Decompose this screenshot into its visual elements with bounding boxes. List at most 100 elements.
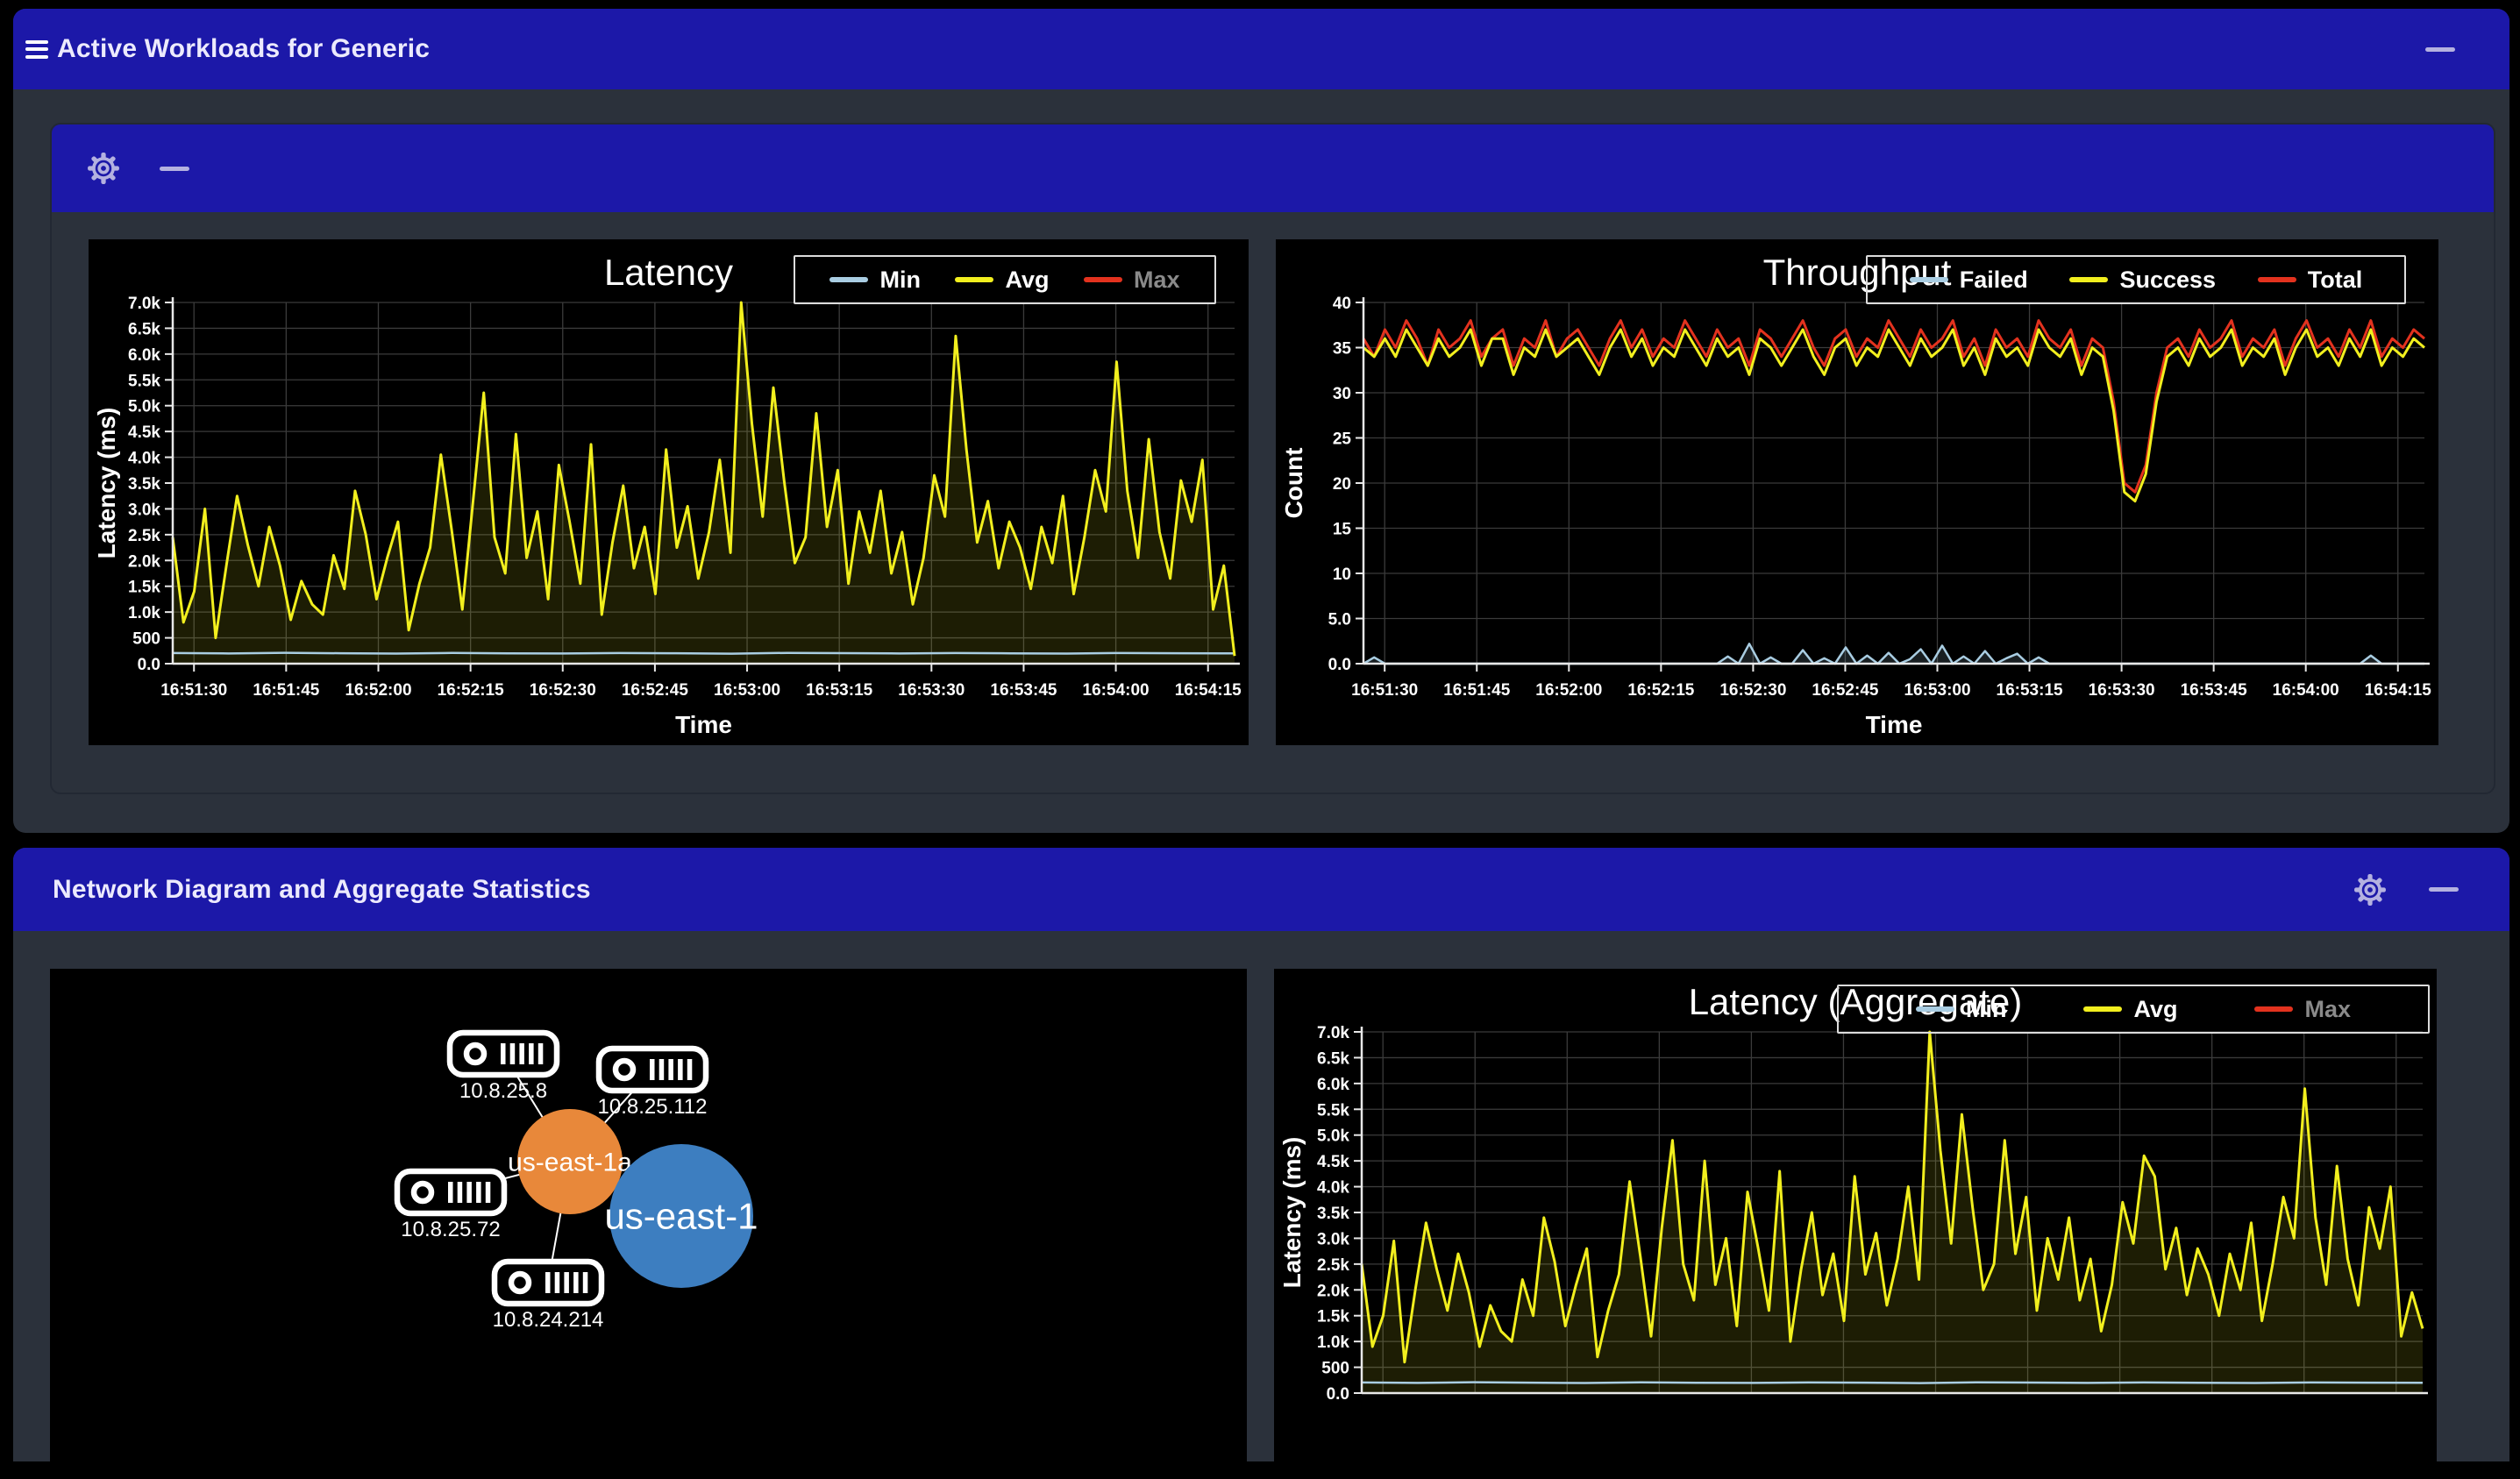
legend-item-max[interactable]: Max <box>2254 996 2351 1023</box>
server-node[interactable]: 10.8.24.214 <box>491 1258 605 1332</box>
network-diagram: us-east-1a us-east-1 10.8.25.8 10.8.25.112 1… <box>50 969 1247 1461</box>
legend-item-min[interactable]: Min <box>829 267 921 294</box>
y-tick-label: 25 <box>1333 430 1352 449</box>
main-header: Active Workloads for Generic <box>13 9 2509 89</box>
menu-icon[interactable] <box>25 39 48 59</box>
x-tick-label: 16:53:00 <box>714 681 780 700</box>
legend-item-total[interactable]: Total <box>2257 266 2363 294</box>
x-tick-label: 16:51:30 <box>160 681 227 700</box>
throughput-chart: 0.0 5.0 10 15 20 25 30 35 40 16:51:30 16:51:45 16:5… <box>1276 239 2438 745</box>
settings-button[interactable] <box>87 152 120 185</box>
legend-swatch <box>2257 277 2296 282</box>
network-section-header: Network Diagram and Aggregate Statistics <box>13 848 2509 931</box>
y-tick-label: 35 <box>1333 340 1352 359</box>
workloads-panel-header <box>52 124 2494 212</box>
legend-item-avg[interactable]: Avg <box>955 267 1049 294</box>
y-tick-label: 4.5k <box>1317 1153 1349 1171</box>
x-tick-label: 16:53:30 <box>2089 681 2155 700</box>
y-tick-label: 2.5k <box>1317 1256 1349 1275</box>
section-title: Network Diagram and Aggregate Statistics <box>53 874 591 904</box>
network-svg: us-east-1a us-east-1 10.8.25.8 10.8.25.112 1… <box>394 1029 758 1332</box>
x-tick-label: 16:52:45 <box>1812 681 1878 700</box>
chart-title: Latency <box>604 252 733 293</box>
legend-swatch <box>1083 277 1122 282</box>
x-tick-label: 16:53:15 <box>1997 681 2063 700</box>
legend-label: Min <box>879 266 921 293</box>
series-min <box>172 651 1235 655</box>
legend-label: Total <box>2307 266 2363 293</box>
y-tick-label: 3.5k <box>1317 1205 1349 1223</box>
legend-item-min[interactable]: Min <box>1915 996 2006 1023</box>
workloads-panel: 0.0 500 1.0k 1.5k 2.0k 2.5k 3.0k 3.5k 4.0k 4.5k 5.… <box>50 123 2495 794</box>
y-tick-label: 5.5k <box>128 372 160 390</box>
legend-item-avg[interactable]: Avg <box>2083 996 2177 1023</box>
legend-label: Avg <box>2133 995 2178 1022</box>
chart-latency-svg: 0.0 500 1.0k 1.5k 2.0k 2.5k 3.0k 3.5k 4.0k 4.5k 5.… <box>93 252 1242 738</box>
y-tick-label: 0.0 <box>1328 656 1351 674</box>
server-node[interactable]: 10.8.25.72 <box>394 1168 508 1241</box>
y-tick-label: 0.0 <box>1327 1385 1349 1404</box>
minus-icon <box>2425 46 2455 52</box>
settings-button[interactable] <box>2353 873 2387 907</box>
chart-legend: Min Avg Max <box>1837 985 2430 1034</box>
x-tick-label: 16:54:00 <box>1083 681 1150 700</box>
gear-icon <box>2354 873 2386 906</box>
active-workloads-card: Active Workloads for Generic 0.0 500 1.0… <box>13 9 2509 833</box>
latency-chart: 0.0 500 1.0k 1.5k 2.0k 2.5k 3.0k 3.5k 4.0k 4.5k 5.… <box>89 239 1249 745</box>
x-tick-label: 16:54:15 <box>2365 681 2431 700</box>
y-tick-label: 15 <box>1333 521 1352 539</box>
legend-label: Failed <box>1959 266 2028 293</box>
gear-icon <box>88 153 119 184</box>
chart-aggregate-svg: 0.0 500 1.0k 1.5k 2.0k 2.5k 3.0k 3.5k 4.0k 4.5k 5.… <box>1278 981 2428 1404</box>
y-tick-label: 7.0k <box>1317 1024 1349 1042</box>
legend-item-failed[interactable]: Failed <box>1909 266 2028 294</box>
minus-icon <box>2429 887 2459 892</box>
x-tick-label: 16:53:00 <box>1904 681 1970 700</box>
y-tick-label: 3.0k <box>1317 1230 1349 1248</box>
minus-icon <box>160 166 189 171</box>
server-ip-label: 10.8.25.112 <box>597 1095 707 1119</box>
chart-legend: Min Avg Max <box>794 255 1216 304</box>
y-tick-label: 1.0k <box>1317 1333 1349 1352</box>
panel-minimize-button[interactable] <box>160 166 189 171</box>
y-tick-label: 6.0k <box>1317 1076 1349 1094</box>
aggregate-latency-chart: 0.0 500 1.0k 1.5k 2.0k 2.5k 3.0k 3.5k 4.0k 4.5k 5.… <box>1274 969 2437 1475</box>
y-tick-label: 5.5k <box>1317 1101 1349 1120</box>
zone-label: us-east-1 <box>604 1196 758 1237</box>
y-tick-label: 1.5k <box>128 579 160 597</box>
zone-label: us-east-1a <box>508 1148 632 1177</box>
legend-item-success[interactable]: Success <box>2069 267 2216 294</box>
x-axis-label: Time <box>1866 711 1923 738</box>
legend-label: Success <box>2119 266 2217 293</box>
y-tick-label: 2.5k <box>128 527 160 545</box>
legend-label: Max <box>2304 995 2351 1022</box>
chart-legend: Failed Success Total <box>1866 255 2406 304</box>
server-node[interactable]: 10.8.25.8 <box>446 1029 560 1103</box>
y-axis-label: Latency (ms) <box>93 408 120 559</box>
y-tick-label: 30 <box>1333 385 1351 403</box>
y-tick-label: 3.0k <box>128 501 160 519</box>
x-tick-label: 16:52:30 <box>530 681 596 700</box>
legend-swatch <box>1915 1006 1954 1012</box>
legend-item-max[interactable]: Max <box>1083 267 1180 294</box>
x-tick-label: 16:52:15 <box>438 681 504 700</box>
server-node[interactable]: 10.8.25.112 <box>595 1045 709 1119</box>
x-axis-label: Time <box>675 711 732 738</box>
y-tick-label: 1.5k <box>1317 1308 1349 1326</box>
y-tick-label: 10 <box>1333 565 1351 584</box>
y-tick-label: 5.0k <box>128 398 160 416</box>
x-tick-label: 16:53:30 <box>898 681 965 700</box>
x-tick-label: 16:51:45 <box>253 681 319 700</box>
x-tick-label: 16:53:45 <box>2181 681 2247 700</box>
y-tick-label: 40 <box>1333 295 1351 313</box>
y-tick-label: 4.0k <box>128 450 160 468</box>
y-tick-label: 6.5k <box>128 320 160 338</box>
x-tick-label: 16:54:15 <box>1175 681 1242 700</box>
network-section-card: Network Diagram and Aggregate Statistics… <box>13 848 2509 1475</box>
y-tick-label: 4.5k <box>128 423 160 442</box>
minimize-button[interactable] <box>2425 46 2455 52</box>
y-axis-label: Count <box>1280 448 1307 519</box>
section-minimize-button[interactable] <box>2429 887 2459 892</box>
page-title: Active Workloads for Generic <box>57 34 431 63</box>
y-tick-label: 20 <box>1333 475 1351 494</box>
